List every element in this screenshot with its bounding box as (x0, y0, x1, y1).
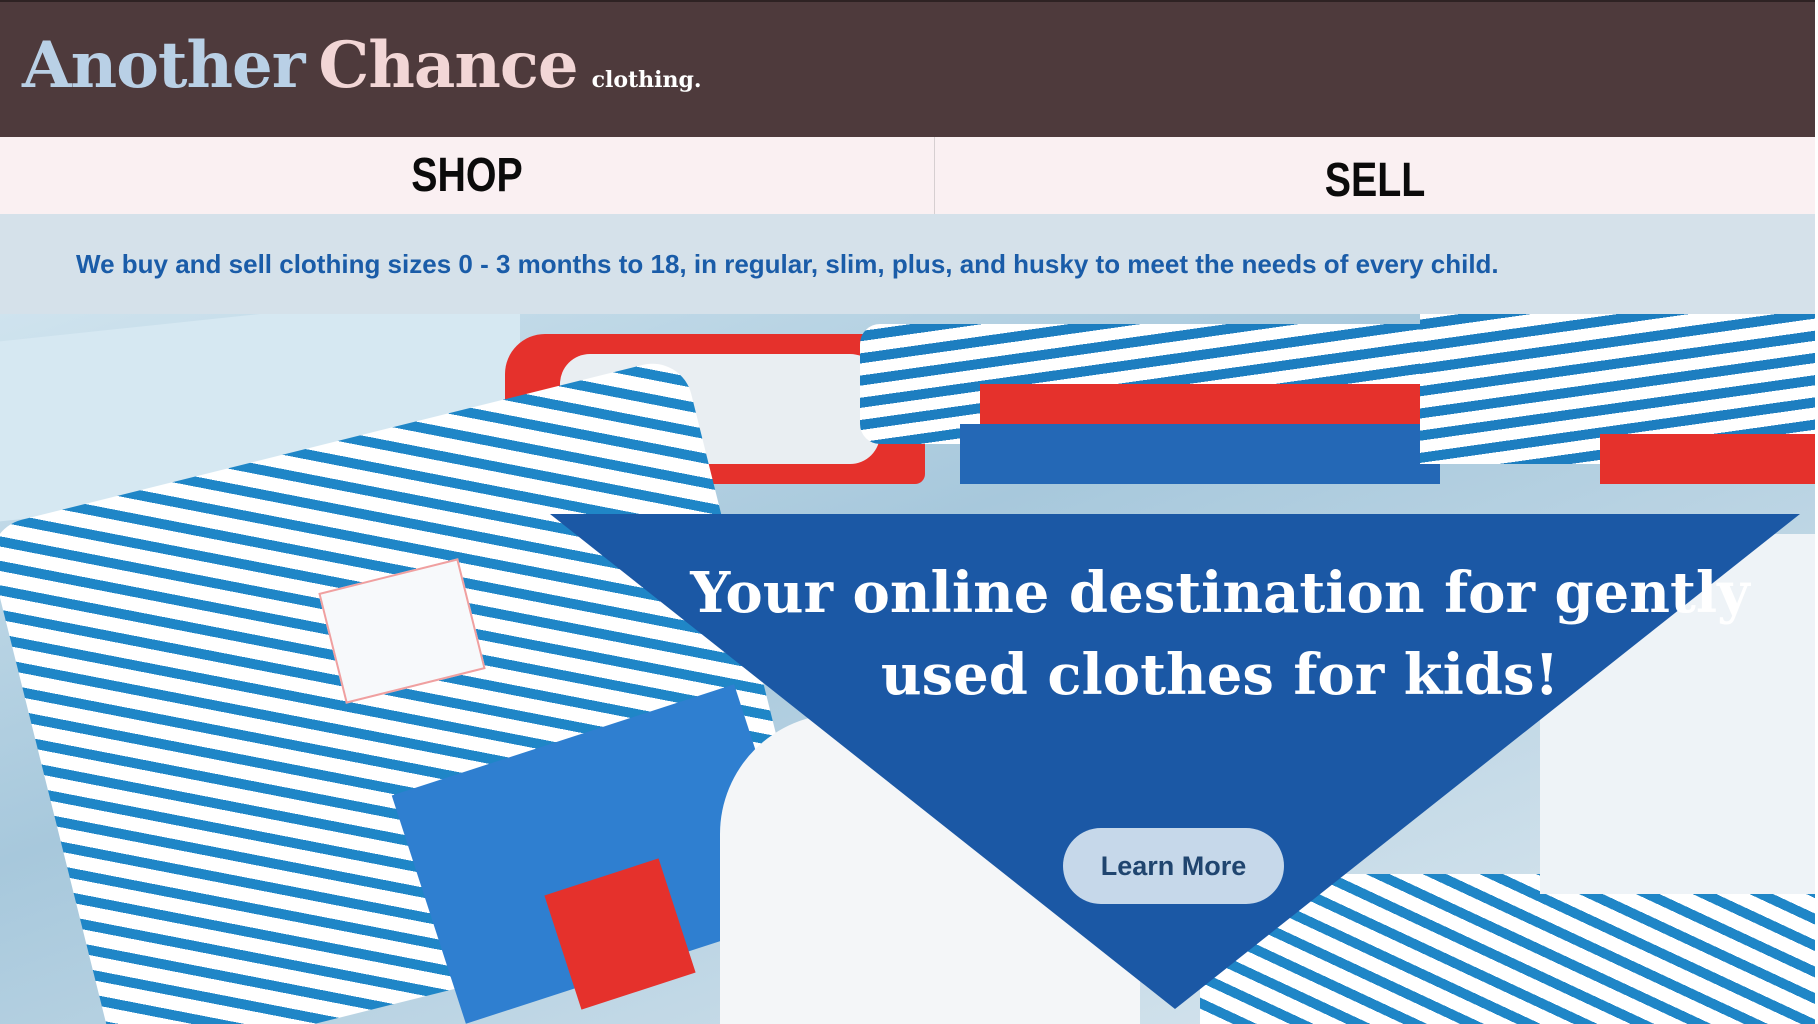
brand-tagline: clothing. (591, 67, 702, 93)
nav-sell[interactable]: SELL (1014, 137, 1736, 214)
promo-banner: Your online destination for gently used … (550, 514, 1800, 1024)
info-text: We buy and sell clothing sizes 0 - 3 mon… (76, 249, 1499, 279)
brand-word-chance: Chance (318, 28, 578, 103)
learn-more-button[interactable]: Learn More (1063, 828, 1284, 904)
main-nav: SHOP SELL (0, 137, 1815, 215)
info-strip: We buy and sell clothing sizes 0 - 3 mon… (0, 214, 1815, 314)
site-header: Another Chance clothing. (0, 0, 1815, 137)
hero-headline: Your online destination for gently used … (690, 560, 1750, 708)
brand-logo[interactable]: Another Chance clothing. (22, 28, 702, 103)
brand-word-another: Another (22, 28, 305, 103)
hero-section: Your online destination for gently used … (0, 314, 1815, 1024)
nav-divider (934, 137, 935, 214)
nav-shop[interactable]: SHOP (84, 137, 850, 214)
